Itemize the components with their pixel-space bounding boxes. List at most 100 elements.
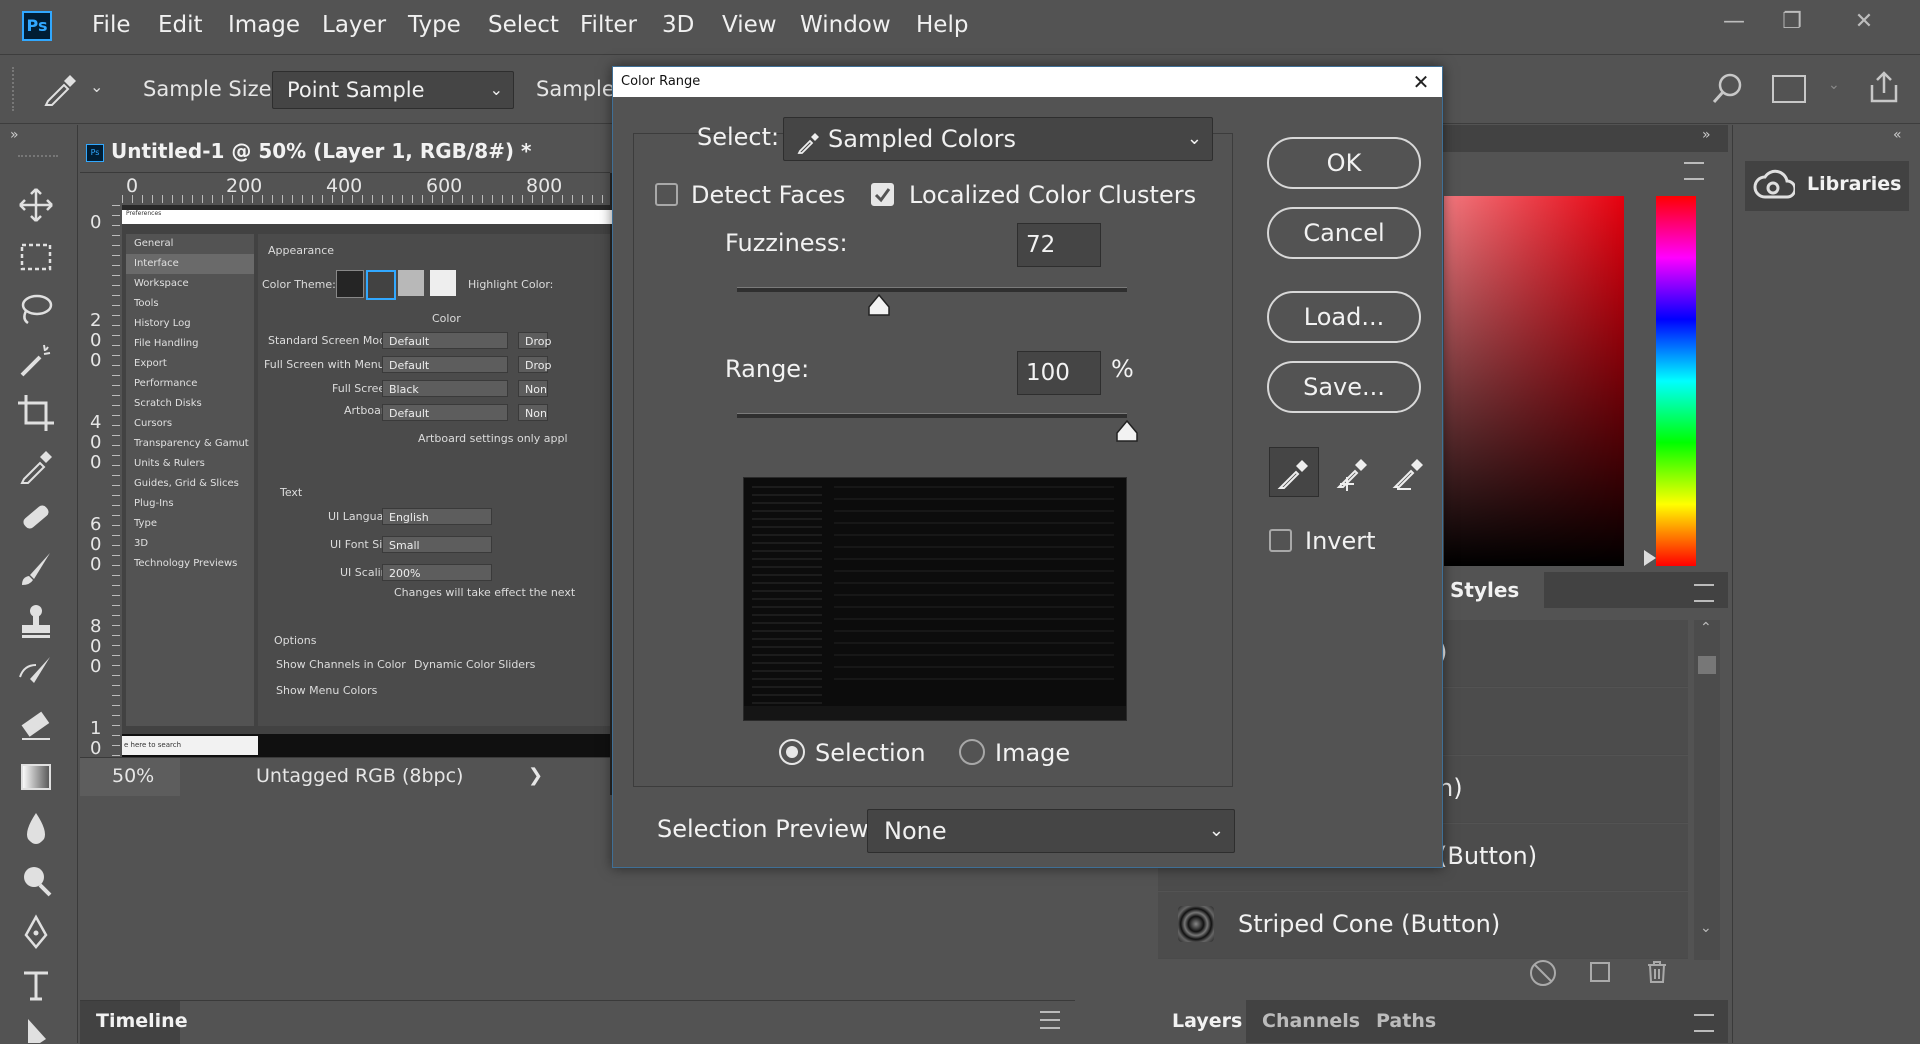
color-panel-menu-icon[interactable] [1684, 162, 1704, 180]
gradient-tool-icon[interactable] [16, 757, 60, 797]
range-slider-track[interactable] [737, 413, 1127, 418]
search-icon[interactable] [1710, 71, 1746, 107]
dialog-close-icon[interactable]: ✕ [1408, 69, 1434, 95]
eyedropper-tool-preset-icon[interactable] [40, 69, 80, 109]
layers-panel-menu-icon[interactable] [1694, 1014, 1714, 1032]
options-grip [12, 67, 18, 111]
libraries-tab[interactable]: Libraries [1807, 173, 1902, 195]
fuzziness-slider-track[interactable] [737, 287, 1127, 292]
healing-brush-tool-icon[interactable] [16, 497, 60, 537]
magic-wand-tool-icon[interactable] [16, 341, 60, 381]
libraries-panel: « Libraries [1732, 125, 1920, 1043]
minimize-icon[interactable]: — [1712, 6, 1756, 38]
ok-button[interactable]: OK [1267, 137, 1421, 189]
eyedropper-tool-icon[interactable] [16, 445, 60, 485]
select-dropdown[interactable]: Sampled Colors ⌄ [783, 117, 1213, 161]
clear-style-icon[interactable] [1530, 960, 1556, 986]
type-tool-icon[interactable] [16, 965, 60, 1005]
range-slider-thumb[interactable] [1115, 419, 1139, 443]
ruler-label: 600 [426, 175, 463, 197]
image-radio[interactable] [959, 739, 985, 765]
dodge-tool-icon[interactable] [16, 861, 60, 901]
hue-slider[interactable] [1656, 196, 1696, 566]
menu-window[interactable]: Window [800, 12, 891, 38]
hue-slider-thumb[interactable] [1644, 550, 1656, 566]
zoom-field[interactable]: 50% [112, 765, 154, 787]
save-button[interactable]: Save... [1267, 361, 1421, 413]
menu-3d[interactable]: 3D [662, 12, 694, 38]
path-selection-tool-icon[interactable] [16, 1015, 60, 1043]
expand-toolbar-icon[interactable]: » [10, 127, 19, 143]
blur-tool-icon[interactable] [16, 809, 60, 849]
preset-chevron-down-icon[interactable]: ⌄ [90, 77, 103, 96]
styles-panel-menu-icon[interactable] [1694, 584, 1714, 602]
menu-image[interactable]: Image [228, 12, 300, 38]
styles-scrollbar[interactable]: ⌃ ⌄ [1694, 620, 1720, 960]
menu-file[interactable]: File [92, 12, 131, 38]
menu-help[interactable]: Help [916, 12, 968, 38]
prefs-sidebar-item: 3D [134, 538, 149, 549]
restore-icon[interactable]: ❐ [1770, 6, 1814, 38]
menu-filter[interactable]: Filter [580, 12, 637, 38]
eyedropper-subtract-icon[interactable] [1385, 447, 1435, 497]
brush-tool-icon[interactable] [16, 549, 60, 589]
workspace-chevron-down-icon[interactable]: ⌄ [1828, 77, 1840, 93]
layers-tab[interactable]: Layers [1172, 1010, 1242, 1032]
selection-preview-label: Selection Preview: [657, 815, 876, 843]
sample-size-dropdown[interactable]: Point Sample ⌄ [272, 71, 514, 109]
document-canvas[interactable]: Preferences General Interface Workspace … [122, 210, 614, 757]
eyedropper-sample-icon[interactable] [1269, 447, 1319, 497]
collapse-libraries-icon[interactable]: « [1893, 127, 1902, 143]
prefs-dropdown: Default [382, 332, 508, 349]
dialog-title-bar[interactable]: Color Range ✕ [613, 67, 1442, 97]
document-tab[interactable]: Ps Untitled-1 @ 50% (Layer 1, RGB/8#) * [80, 132, 610, 173]
selection-preview-image[interactable] [743, 477, 1127, 721]
new-style-icon[interactable] [1590, 962, 1610, 982]
marquee-tool-icon[interactable] [16, 237, 60, 277]
selection-radio[interactable] [779, 739, 805, 765]
delete-trash-icon[interactable] [1646, 960, 1668, 984]
paths-tab[interactable]: Paths [1376, 1010, 1436, 1032]
range-input[interactable]: 100 [1017, 351, 1101, 395]
move-tool-icon[interactable] [16, 185, 60, 225]
detect-faces-checkbox[interactable] [655, 183, 678, 206]
menu-select[interactable]: Select [488, 12, 559, 38]
menu-type[interactable]: Type [408, 12, 461, 38]
scroll-up-icon[interactable]: ⌃ [1700, 620, 1712, 636]
menu-layer[interactable]: Layer [322, 12, 386, 38]
collapse-panels-icon[interactable]: » [1702, 127, 1711, 143]
style-row[interactable]: Striped Cone (Button) [1158, 892, 1688, 959]
invert-checkbox[interactable] [1269, 529, 1292, 552]
status-menu-arrow[interactable]: ❯ [528, 765, 543, 786]
share-icon[interactable] [1866, 69, 1902, 105]
selection-preview-dropdown[interactable]: None ⌄ [867, 809, 1235, 853]
load-button[interactable]: Load... [1267, 291, 1421, 343]
sample-size-value: Point Sample [287, 78, 425, 102]
fuzziness-input[interactable]: 72 [1017, 223, 1101, 267]
channels-tab[interactable]: Channels [1262, 1010, 1360, 1032]
ruler-horizontal: 0 200 400 600 800 [122, 173, 610, 205]
scroll-down-icon[interactable]: ⌄ [1700, 920, 1712, 936]
menu-edit[interactable]: Edit [158, 12, 203, 38]
theme-swatch [366, 270, 396, 300]
workspace-icon[interactable] [1772, 75, 1806, 103]
menu-view[interactable]: View [722, 12, 777, 38]
pen-tool-icon[interactable] [16, 913, 60, 953]
clone-stamp-tool-icon[interactable] [16, 601, 60, 641]
color-picker-field[interactable] [1444, 196, 1624, 566]
timeline-tab[interactable]: Timeline [96, 1010, 188, 1032]
eraser-tool-icon[interactable] [16, 705, 60, 745]
crop-tool-icon[interactable] [16, 393, 60, 433]
theme-swatch [398, 270, 424, 296]
scroll-thumb[interactable] [1698, 656, 1716, 674]
cancel-button[interactable]: Cancel [1267, 207, 1421, 259]
lasso-tool-icon[interactable] [16, 289, 60, 329]
eyedropper-add-icon[interactable] [1329, 447, 1379, 497]
close-icon[interactable]: ✕ [1842, 6, 1886, 38]
fuzziness-slider-thumb[interactable] [867, 293, 891, 317]
styles-tab[interactable]: Styles [1450, 578, 1519, 602]
timeline-menu-icon[interactable] [1040, 1011, 1060, 1029]
timeline-panel: Timeline [80, 1000, 1075, 1044]
history-brush-tool-icon[interactable] [16, 653, 60, 693]
localized-color-clusters-checkbox[interactable] [871, 183, 894, 206]
